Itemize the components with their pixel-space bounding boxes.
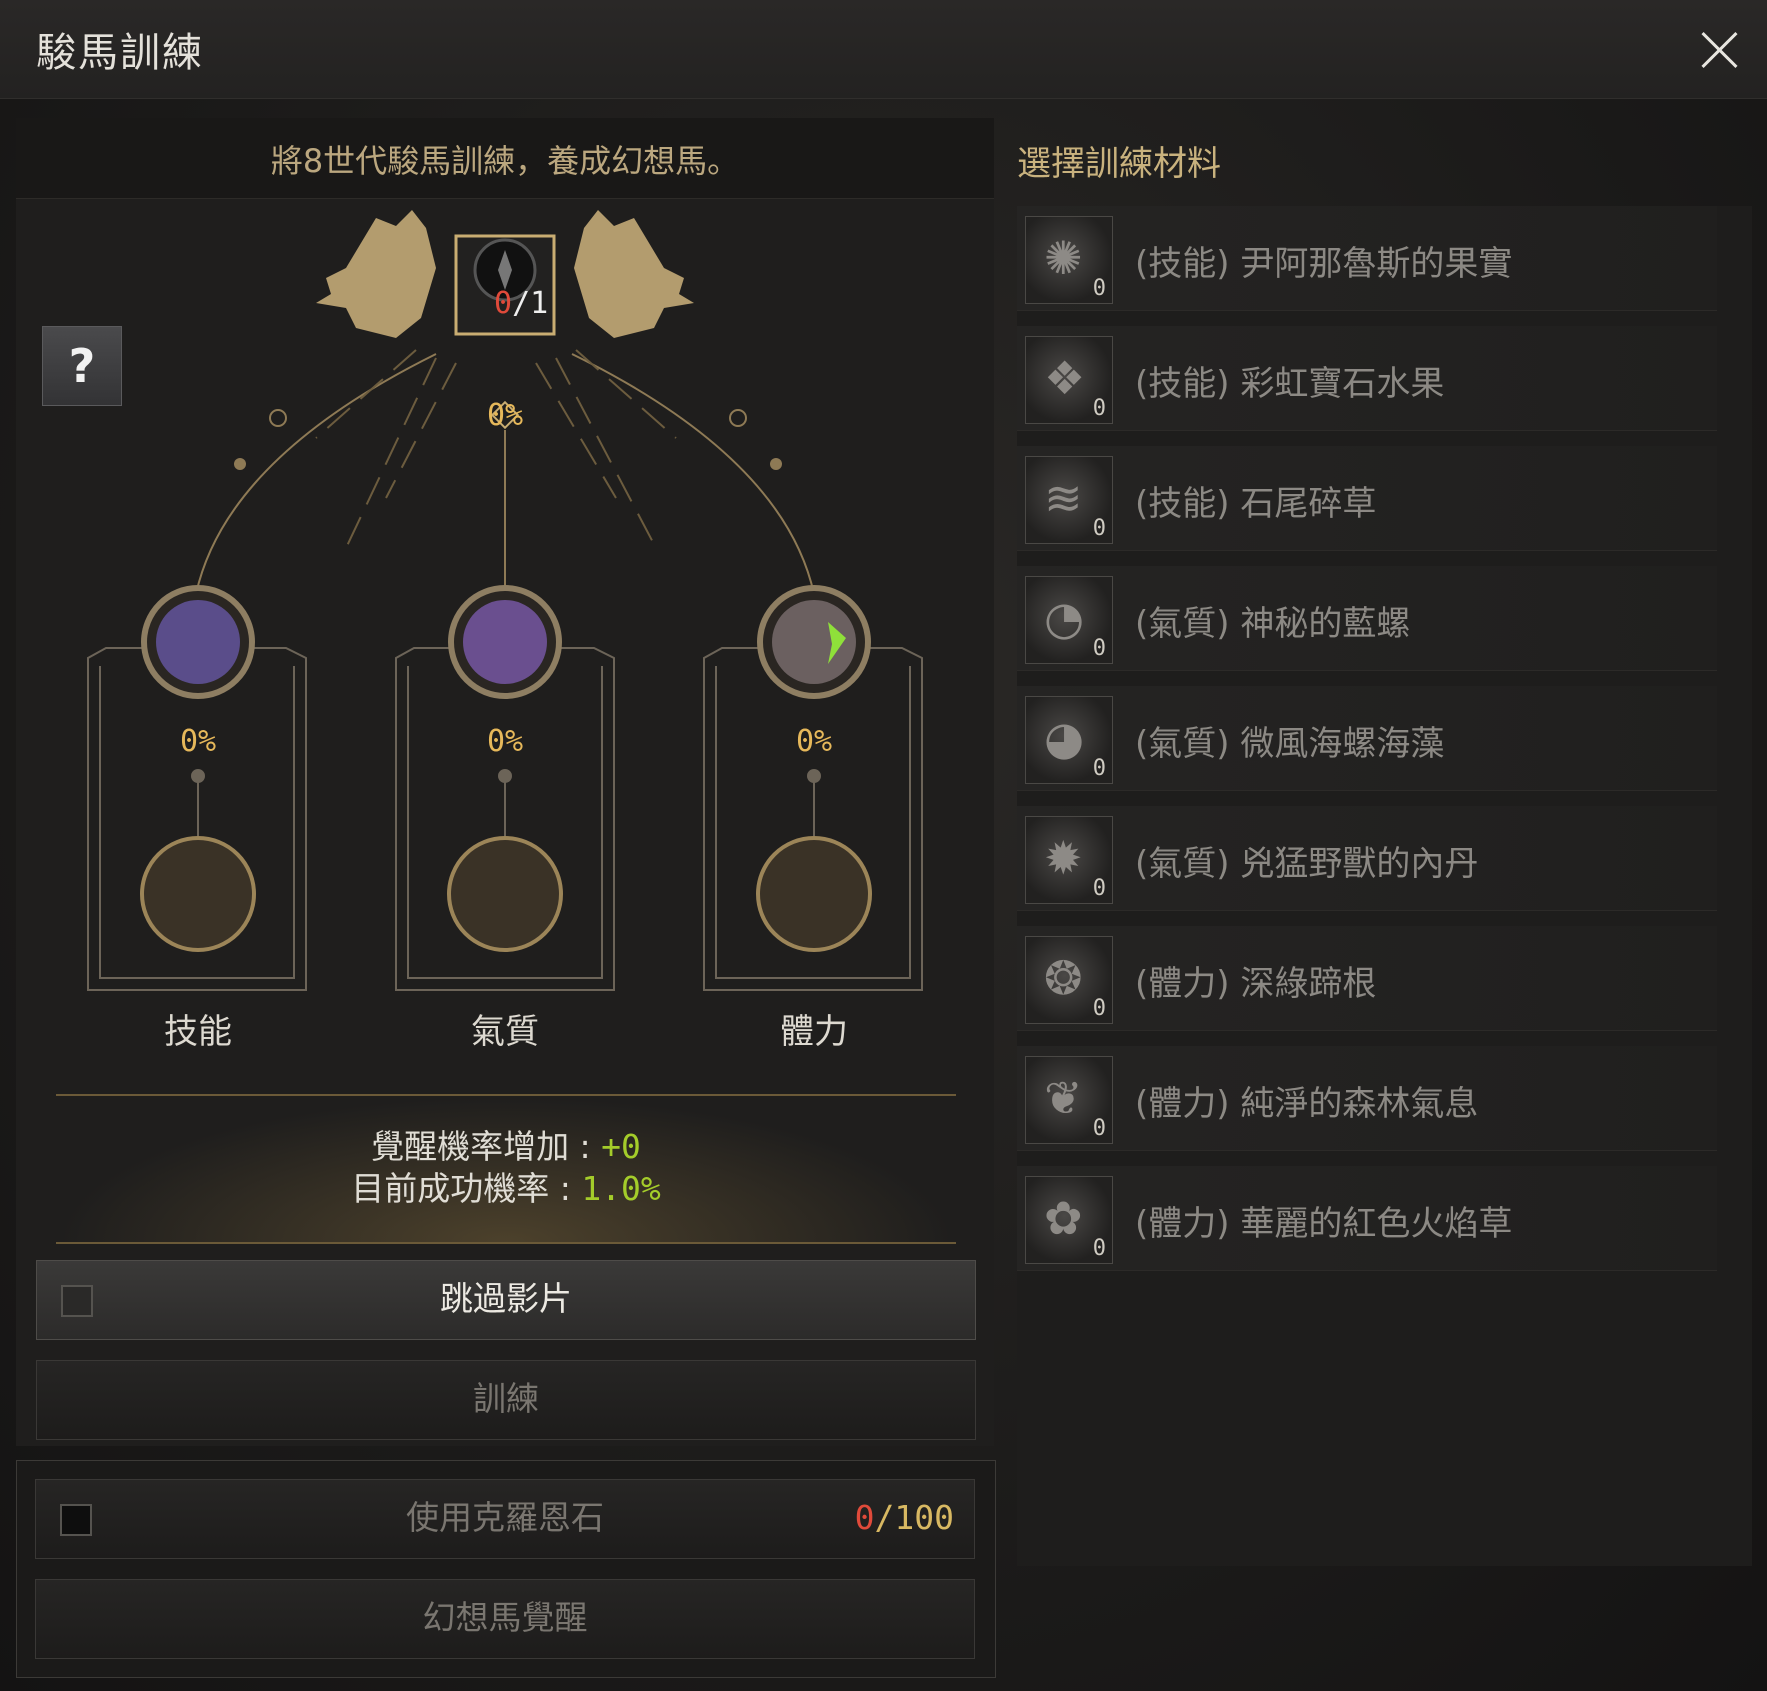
material-row[interactable]: ✿ 0 (體力) 華麗的紅色火焰草: [1017, 1166, 1717, 1271]
horse-training-window: 駿馬訓練 將8世代駿馬訓練，養成幻想馬。 ? 0/1 0% 0% 0% 0% 技…: [0, 0, 1767, 1691]
material-qty: 0: [1092, 756, 1106, 781]
material-name: (體力) 深綠蹄根: [1135, 964, 1377, 1004]
conch-icon-glyph: ◕: [1044, 711, 1085, 765]
skip-video-toggle[interactable]: 跳過影片: [36, 1260, 976, 1340]
material-row[interactable]: ❂ 0 (體力) 深綠蹄根: [1017, 926, 1717, 1031]
stamina-label: 體力: [780, 1012, 848, 1052]
success-rate-line: 目前成功機率 : 1.0%: [351, 1169, 661, 1208]
leaf-icon[interactable]: ❦ 0: [1025, 1056, 1113, 1144]
material-qty: 0: [1092, 636, 1106, 661]
material-name: (體力) 華麗的紅色火焰草: [1135, 1204, 1513, 1244]
material-row[interactable]: ✹ 0 (氣質) 兇猛野獸的內丹: [1017, 806, 1717, 911]
train-button[interactable]: 訓練: [36, 1360, 976, 1440]
material-name: (氣質) 神秘的藍螺: [1135, 604, 1411, 644]
horse-emblem-left: [316, 210, 436, 338]
material-name: (體力) 純淨的森林氣息: [1135, 1084, 1479, 1124]
material-qty: 0: [1092, 516, 1106, 541]
flower-icon[interactable]: ✿ 0: [1025, 1176, 1113, 1264]
herb-icon-glyph: ≋: [1044, 471, 1083, 525]
probability-info: 覺醒機率增加 : +0 目前成功機率 : 1.0%: [56, 1094, 956, 1244]
material-row[interactable]: ◔ 0 (氣質) 神秘的藍螺: [1017, 566, 1717, 671]
root-icon[interactable]: ❂ 0: [1025, 936, 1113, 1024]
material-name: (技能) 彩虹寶石水果: [1135, 364, 1445, 404]
awaken-chance-line: 覺醒機率增加 : +0: [371, 1127, 641, 1166]
title-bar: 駿馬訓練: [0, 0, 1767, 99]
training-panel: 將8世代駿馬訓練，養成幻想馬。 ? 0/1 0% 0% 0% 0% 技能 氣質 …: [16, 118, 994, 1446]
material-qty: 0: [1092, 276, 1106, 301]
temperament-label: 氣質: [471, 1012, 539, 1052]
material-qty: 0: [1092, 876, 1106, 901]
root-icon-glyph: ❂: [1044, 951, 1083, 1005]
stamina-slot[interactable]: [758, 712, 870, 824]
material-qty: 0: [1092, 396, 1106, 421]
material-row[interactable]: ✺ 0 (技能) 尹阿那魯斯的果實: [1017, 206, 1717, 311]
material-row[interactable]: ❦ 0 (體力) 純淨的森林氣息: [1017, 1046, 1717, 1151]
core-icon-glyph: ✹: [1044, 831, 1083, 885]
material-qty: 0: [1092, 1236, 1106, 1261]
material-name: (氣質) 兇猛野獸的內丹: [1135, 844, 1479, 884]
center-slot-count[interactable]: 0/1: [494, 286, 548, 321]
center-percent: 0%: [486, 398, 524, 433]
skill-slot[interactable]: [142, 712, 254, 824]
material-row[interactable]: ❖ 0 (技能) 彩虹寶石水果: [1017, 326, 1717, 431]
material-qty: 0: [1092, 996, 1106, 1021]
crystone-toggle[interactable]: 使用克羅恩石 0/100: [35, 1479, 975, 1559]
materials-title: 選擇訓練材料: [1017, 144, 1221, 184]
material-name: (技能) 石尾碎草: [1135, 484, 1377, 524]
material-qty: 0: [1092, 1116, 1106, 1141]
material-row[interactable]: ◕ 0 (氣質) 微風海螺海藻: [1017, 686, 1717, 791]
crystone-checkbox[interactable]: [60, 1504, 92, 1536]
close-icon[interactable]: [1691, 22, 1747, 78]
shell-icon-glyph: ◔: [1044, 591, 1085, 645]
herb-icon[interactable]: ≋ 0: [1025, 456, 1113, 544]
materials-list: ✺ 0 (技能) 尹阿那魯斯的果實 ❖ 0 (技能) 彩虹寶石水果 ≋ 0 (技能) 石尾碎草 ◔…: [1017, 206, 1752, 1566]
material-name: (氣質) 微風海螺海藻: [1135, 724, 1445, 764]
gem-fruit-icon[interactable]: ❖ 0: [1025, 336, 1113, 424]
skill-label: 技能: [164, 1012, 232, 1052]
material-name: (技能) 尹阿那魯斯的果實: [1135, 244, 1513, 284]
leaf-icon-glyph: ❦: [1044, 1071, 1083, 1125]
horse-emblem-right: [574, 210, 694, 338]
fruit-icon[interactable]: ✺ 0: [1025, 216, 1113, 304]
skip-video-checkbox[interactable]: [61, 1285, 93, 1317]
material-row[interactable]: ≋ 0 (技能) 石尾碎草: [1017, 446, 1717, 551]
core-icon[interactable]: ✹ 0: [1025, 816, 1113, 904]
shell-icon[interactable]: ◔ 0: [1025, 576, 1113, 664]
temperament-slot[interactable]: [449, 712, 561, 824]
flower-icon-glyph: ✿: [1044, 1191, 1083, 1245]
crystone-count: 0/100: [854, 1498, 954, 1537]
awakening-section: 使用克羅恩石 0/100 幻想馬覺醒: [16, 1460, 996, 1678]
fruit-icon-glyph: ✺: [1044, 231, 1083, 285]
conch-icon[interactable]: ◕ 0: [1025, 696, 1113, 784]
fantasy-horse-awaken-button[interactable]: 幻想馬覺醒: [35, 1579, 975, 1659]
gem-fruit-icon-glyph: ❖: [1044, 351, 1086, 405]
window-title: 駿馬訓練: [36, 30, 204, 76]
